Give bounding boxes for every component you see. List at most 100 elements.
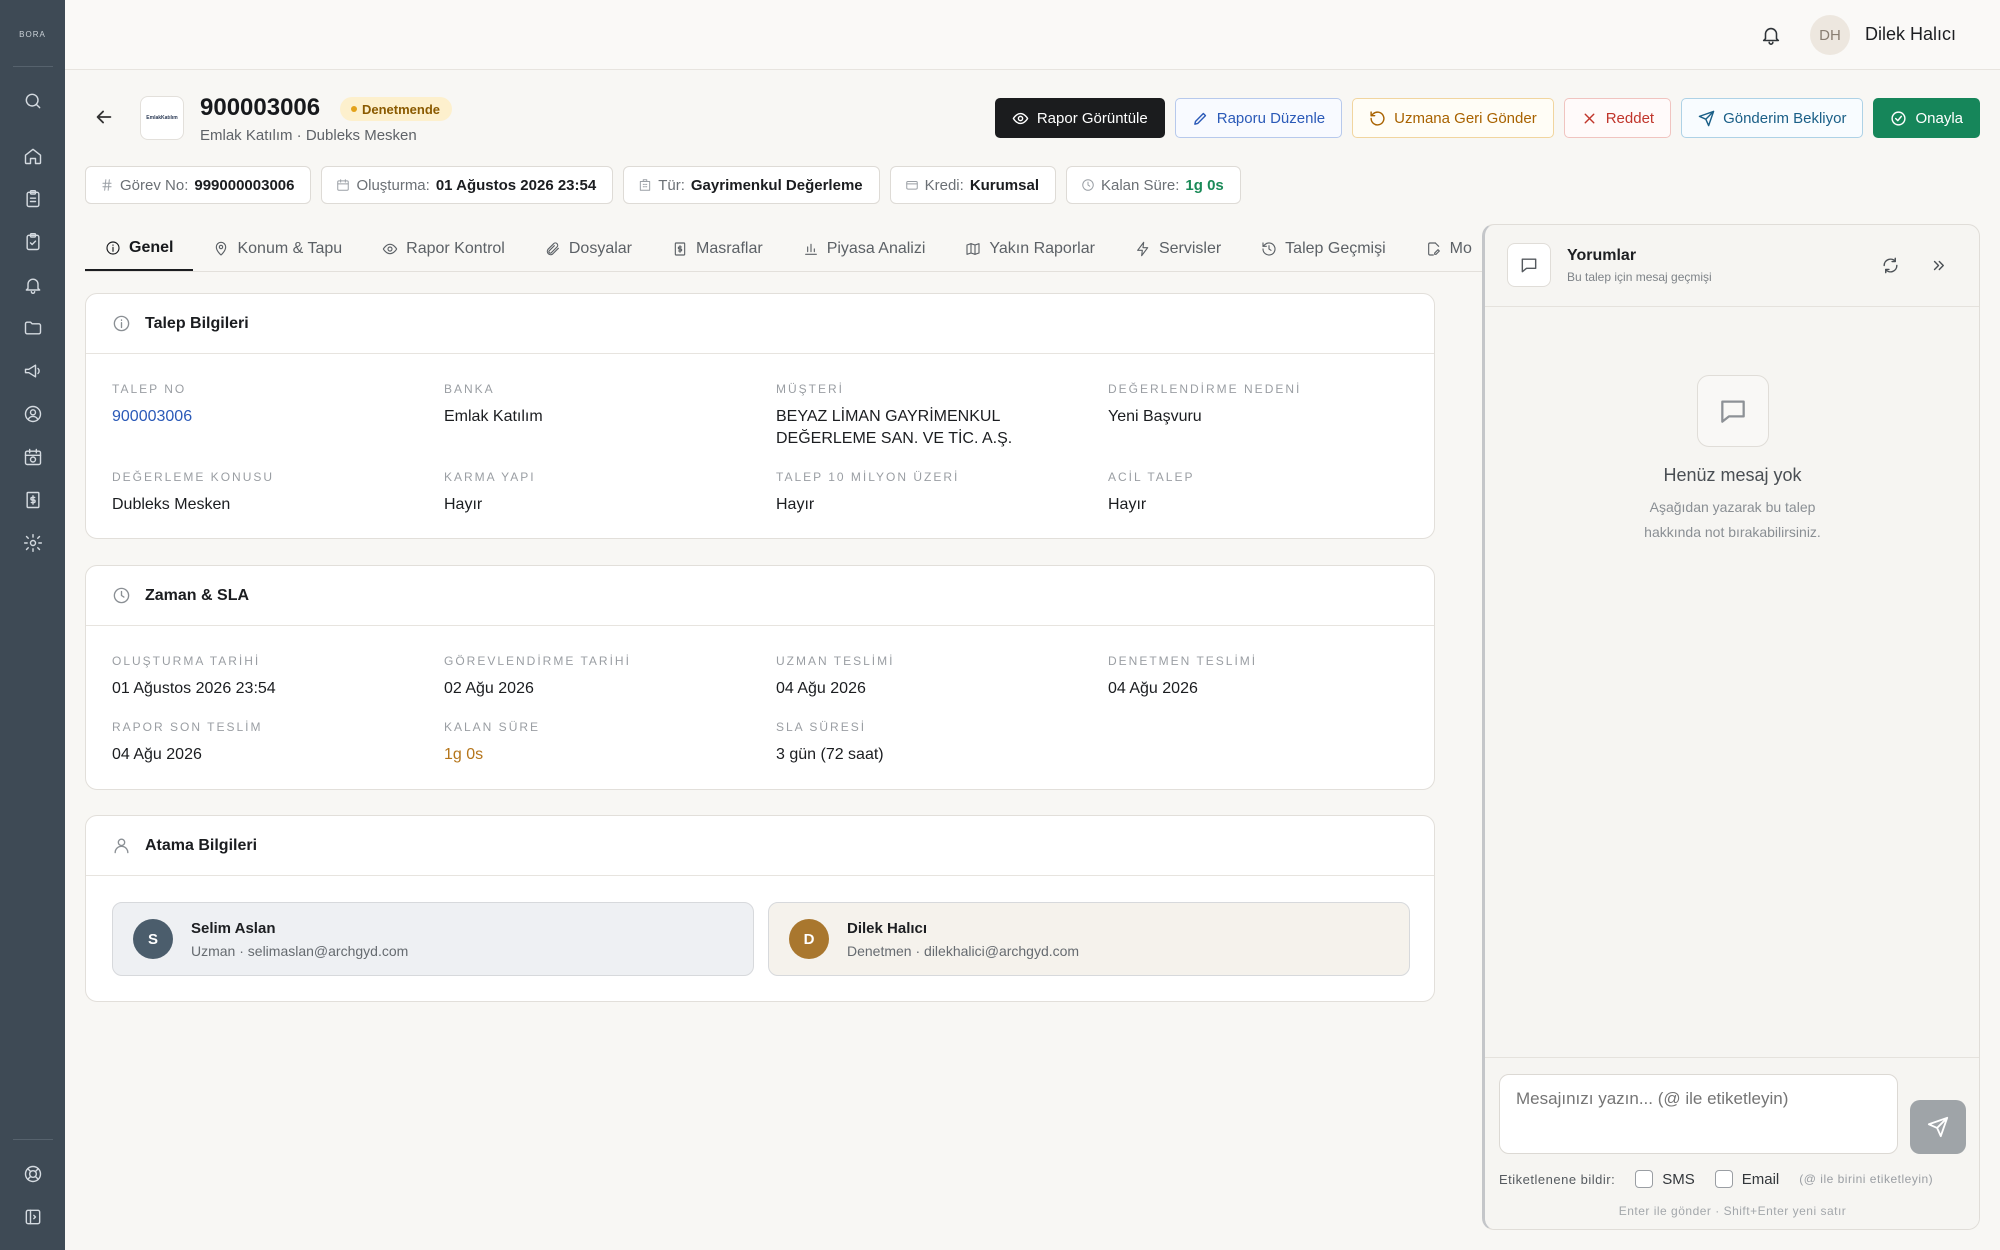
assignee-card-expert[interactable]: S Selim Aslan Uzman · selimaslan@archgyd.… — [112, 902, 754, 976]
field-degerlendirme-nedeni: DEĞERLENDİRME NEDENİ Yeni Başvuru — [1108, 382, 1302, 425]
edit-report-button[interactable]: Raporu Düzenle — [1174, 98, 1343, 138]
send-icon — [1698, 110, 1715, 126]
tab-dosyalar[interactable]: Dosyalar — [525, 226, 652, 271]
sidebar-item-settings[interactable] — [13, 523, 53, 563]
sidebar-item-users[interactable] — [13, 394, 53, 434]
remaining-time-chip: Kalan Süre: 1g 0s — [1066, 166, 1241, 204]
tab-servisler[interactable]: Servisler — [1115, 226, 1241, 271]
avatar[interactable]: DH — [1810, 15, 1850, 55]
talep-info-card: Talep Bilgileri TALEP NO 900003006 BANKA E… — [85, 293, 1435, 539]
sidebar-item-notifications[interactable] — [13, 265, 53, 305]
field-musteri: MÜŞTERİ BEYAZ LİMAN GAYRİMENKUL DEĞERLEME… — [776, 382, 1013, 447]
avatar: S — [133, 919, 173, 959]
field-kalan-sure: KALAN SÜRE 1g 0s — [444, 720, 541, 763]
search-icon — [25, 93, 40, 108]
comments-title: Yorumlar — [1567, 247, 1637, 264]
bell-icon — [25, 278, 40, 294]
field-gorevlendirme-tarihi: GÖREVLENDİRME TARİHİ 02 Ağu 2026 — [444, 654, 631, 697]
help-icon — [24, 1165, 41, 1182]
send-button[interactable] — [1910, 1100, 1966, 1154]
keyboard-hint: Enter ile gönder · Shift+Enter yeni satı… — [1618, 1204, 1847, 1218]
tab-konum-tapu[interactable]: Konum & Tapu — [193, 226, 362, 271]
megaphone-icon — [24, 363, 40, 378]
sidebar-divider — [12, 66, 53, 67]
sms-checkbox[interactable] — [1635, 1170, 1654, 1188]
bank-logo: EmlakKatılım — [140, 96, 184, 140]
message-icon-box — [1507, 243, 1551, 287]
sidebar-item-home[interactable] — [13, 136, 53, 176]
empty-state-icon — [1697, 375, 1769, 447]
sidebar-toggle-icon — [25, 1209, 40, 1224]
credit-card-icon — [905, 181, 918, 190]
sidebar-item-files[interactable] — [13, 308, 53, 348]
field-banka: BANKA Emlak Katılım — [444, 382, 543, 425]
assignment-card: Atama Bilgileri S Selim Aslan Uzman · sel… — [85, 815, 1435, 1002]
field-acil-talep: ACİL TALEP Hayır — [1108, 470, 1195, 513]
field-uzman-teslimi: UZMAN TESLİMİ 04 Ağu 2026 — [776, 654, 895, 697]
comments-panel: Yorumlar Bu talep için mesaj geçmişi Hen… — [1482, 224, 1980, 1230]
folder-icon — [24, 320, 41, 335]
message-input[interactable] — [1499, 1074, 1898, 1154]
avatar: D — [789, 919, 829, 959]
hash-icon — [102, 179, 112, 191]
sms-label[interactable]: SMS — [1662, 1171, 1695, 1188]
empty-state-title: Henüz mesaj yok — [1663, 465, 1802, 485]
clipboard-icon — [25, 189, 40, 207]
check-circle-icon — [1891, 110, 1907, 126]
map-icon — [966, 243, 980, 255]
task-number-chip: Görev No: 999000003006 — [85, 166, 312, 204]
pending-send-button[interactable]: Gönderim Bekliyor — [1681, 98, 1864, 138]
tab-rapor-kontrol[interactable]: Rapor Kontrol — [362, 226, 525, 271]
assignee-card-inspector[interactable]: D Dilek Halıcı Denetmen · dilekhalici@arc… — [768, 902, 1410, 976]
history-icon — [1262, 242, 1276, 256]
field-sla-suresi: SLA SÜRESİ 3 gün (72 saat) — [776, 720, 884, 763]
sidebar-item-reports[interactable] — [13, 222, 53, 262]
sidebar-item-billing[interactable] — [13, 480, 53, 520]
sidebar-item-help[interactable] — [13, 1154, 53, 1194]
tab-talep-gecmisi[interactable]: Talep Geçmişi — [1241, 226, 1405, 271]
return-to-expert-button[interactable]: Uzmana Geri Gönder — [1352, 98, 1554, 138]
user-name[interactable]: Dilek Halıcı — [1865, 24, 1956, 45]
approve-button[interactable]: Onayla — [1873, 98, 1980, 138]
tab-yakin-raporlar[interactable]: Yakın Raporlar — [945, 226, 1115, 271]
reject-button[interactable]: Reddet — [1563, 98, 1672, 138]
sidebar-item-calendar[interactable] — [13, 437, 53, 477]
info-icon — [113, 315, 130, 332]
sidebar: BORA — [0, 0, 65, 1250]
collapse-panel-button[interactable] — [1926, 253, 1950, 277]
field-rapor-son-teslim: RAPOR SON TESLİM 04 Ağu 2026 — [112, 720, 263, 763]
time-sla-card: Zaman & SLA OLUŞTURMA TARİHİ 01 Ağustos 2… — [85, 565, 1435, 790]
clock-icon — [1082, 179, 1094, 191]
view-report-button[interactable]: Rapor Görüntüle — [994, 98, 1165, 138]
field-talep-10-milyon: TALEP 10 MİLYON ÜZERİ Hayır — [776, 470, 960, 513]
map-pin-icon — [216, 241, 227, 256]
message-square-icon — [1721, 400, 1745, 423]
header-actions: Rapor Görüntüle Raporu Düzenle Uzmana Ge… — [994, 98, 1980, 138]
notifications-button[interactable] — [1760, 24, 1782, 46]
comments-subtitle: Bu talep için mesaj geçmişi — [1567, 270, 1712, 284]
tab-more[interactable]: Mo — [1406, 226, 1485, 271]
info-icon — [106, 240, 120, 255]
refresh-button[interactable] — [1878, 253, 1902, 277]
email-checkbox[interactable] — [1714, 1170, 1733, 1188]
receipt-icon — [25, 491, 40, 508]
sidebar-item-announcements[interactable] — [13, 351, 53, 391]
sidebar-item-search[interactable] — [13, 81, 53, 121]
tab-genel[interactable]: Genel — [85, 226, 194, 271]
tab-bar: Genel Konum & Tapu Rapor Kontrol Dosyala… — [85, 226, 1485, 272]
created-date-chip: Oluşturma: 01 Ağustos 2026 23:54 — [321, 166, 614, 204]
clock-icon — [113, 587, 130, 604]
sidebar-item-tasks[interactable] — [13, 179, 53, 219]
back-button[interactable] — [93, 106, 117, 130]
tab-piyasa-analizi[interactable]: Piyasa Analizi — [783, 226, 946, 271]
meta-chips: Görev No: 999000003006 Oluşturma: 01 Ağust… — [85, 166, 1241, 204]
top-bar: DH Dilek Halıcı — [65, 0, 2000, 70]
calendar-clock-icon — [24, 448, 41, 465]
tab-masraflar[interactable]: Masraflar — [652, 226, 783, 271]
sidebar-collapse-button[interactable] — [13, 1197, 53, 1237]
app-logo[interactable]: BORA — [19, 30, 46, 44]
user-icon — [114, 838, 129, 854]
close-icon — [1584, 113, 1595, 123]
email-label[interactable]: Email — [1742, 1171, 1780, 1188]
clipboard-check-icon — [25, 232, 40, 250]
